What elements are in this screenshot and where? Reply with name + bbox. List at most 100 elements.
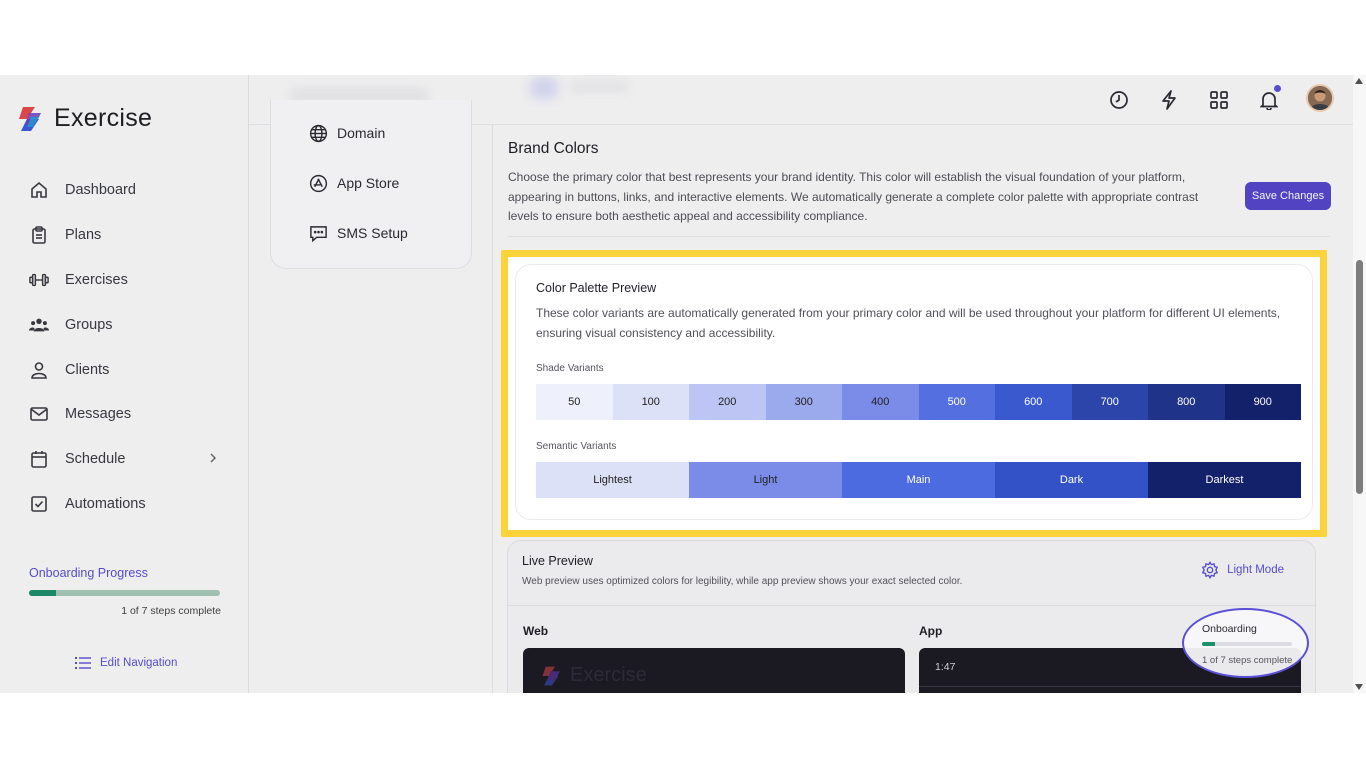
gear-icon — [1201, 561, 1219, 579]
sidebar-item-automations[interactable]: Automations — [0, 482, 249, 527]
clipboard-icon — [29, 225, 49, 245]
floating-onboarding-bar — [1202, 642, 1292, 646]
brand-colors-title: Brand Colors — [508, 140, 599, 157]
sidebar-item-messages[interactable]: Messages — [0, 392, 249, 437]
light-mode-toggle[interactable]: Light Mode — [1201, 561, 1284, 579]
palette-highlight: Color Palette Preview These color varian… — [501, 250, 1327, 537]
shade-swatch-200: 200 — [689, 384, 766, 420]
mail-icon — [29, 404, 49, 424]
floating-onboarding-title: Onboarding — [1202, 623, 1257, 635]
notification-dot — [1274, 85, 1281, 92]
semantic-variants: Lightest Light Main Dark Darkest — [536, 462, 1301, 498]
shade-swatch-600: 600 — [995, 384, 1072, 420]
brand-colors-description: Choose the primary color that best repre… — [508, 170, 1199, 223]
web-preview-logo: Exercise — [541, 664, 647, 687]
shade-swatch-50: 50 — [536, 384, 613, 420]
sidebar-item-label: Exercises — [65, 271, 128, 288]
live-preview-card: Live Preview Web preview uses optimized … — [507, 540, 1316, 693]
app-window: Exercise Dashboard Plans Exercises Group… — [0, 75, 1366, 693]
semantic-swatch-lightest: Lightest — [536, 462, 689, 498]
app-name: Exercise — [54, 104, 153, 132]
sidebar-item-clients[interactable]: Clients — [0, 347, 249, 392]
scroll-up-arrow-icon[interactable] — [1355, 78, 1363, 84]
sidebar-nav: Dashboard Plans Exercises Groups Clients… — [0, 168, 249, 526]
settings-item-label: App Store — [337, 175, 400, 191]
live-preview-description: Web preview uses optimized colors for le… — [522, 576, 963, 587]
web-preview-label: Web — [523, 624, 549, 638]
edit-navigation-link[interactable]: Edit Navigation — [75, 656, 177, 670]
sidebar-item-exercises[interactable]: Exercises — [0, 258, 249, 303]
floating-onboarding-status: 1 of 7 steps complete — [1202, 655, 1293, 666]
bell-icon[interactable] — [1258, 85, 1281, 111]
semantic-swatch-main: Main — [842, 462, 995, 498]
logo-icon — [542, 666, 560, 685]
shade-swatch-700: 700 — [1071, 384, 1148, 420]
chevron-right-icon[interactable] — [209, 451, 217, 469]
app-store-icon — [308, 173, 328, 193]
app-logo[interactable]: Exercise — [17, 104, 152, 133]
message-icon — [308, 223, 328, 243]
color-palette-card: Color Palette Preview These color varian… — [515, 264, 1313, 520]
avatar[interactable] — [1306, 84, 1334, 112]
app-preview-time: 1:47 — [935, 661, 956, 673]
sidebar: Exercise Dashboard Plans Exercises Group… — [0, 75, 249, 693]
light-mode-label: Light Mode — [1227, 564, 1284, 576]
sidebar-item-label: Dashboard — [65, 182, 136, 199]
scrollbar[interactable] — [1353, 75, 1366, 693]
palette-title: Color Palette Preview — [536, 281, 657, 295]
settings-subnav: Domain App Store SMS Setup — [270, 100, 472, 269]
user-icon — [29, 360, 49, 380]
grid-icon[interactable] — [1208, 89, 1230, 111]
sidebar-item-plans[interactable]: Plans — [0, 213, 249, 258]
sidebar-item-label: Clients — [65, 361, 110, 378]
app-preview-label: App — [919, 624, 943, 638]
semantic-swatch-light: Light — [689, 462, 842, 498]
divider — [508, 236, 1330, 237]
settings-item-domain[interactable]: Domain — [308, 123, 385, 143]
sidebar-item-label: Schedule — [65, 451, 126, 468]
shade-swatch-300: 300 — [765, 384, 842, 420]
clock-icon[interactable] — [1108, 89, 1130, 111]
shade-swatch-900: 900 — [1224, 384, 1301, 420]
scrollbar-thumb[interactable] — [1356, 260, 1363, 494]
web-preview: Exercise — [523, 648, 905, 693]
shade-swatch-800: 800 — [1148, 384, 1225, 420]
onboarding-progress[interactable]: Onboarding Progress 1 of 7 steps complet… — [29, 566, 221, 617]
divider — [919, 686, 1301, 687]
web-preview-app-name: Exercise — [570, 664, 647, 686]
top-bar-actions — [1080, 85, 1281, 111]
dumbbell-icon — [29, 270, 49, 290]
blurred-text — [569, 81, 629, 93]
shade-swatch-500: 500 — [918, 384, 995, 420]
sidebar-item-dashboard[interactable]: Dashboard — [0, 168, 249, 213]
divider — [508, 605, 1315, 606]
semantic-variants-label: Semantic Variants — [536, 441, 617, 452]
shade-variants: 50 100 200 300 400 500 600 700 800 900 — [536, 384, 1301, 420]
settings-item-label: Domain — [337, 125, 386, 141]
sidebar-item-label: Plans — [65, 227, 102, 244]
semantic-swatch-darkest: Darkest — [1148, 462, 1301, 498]
edit-navigation-label: Edit Navigation — [100, 657, 178, 669]
shade-variants-label: Shade Variants — [536, 363, 604, 374]
lightning-icon[interactable] — [1158, 89, 1180, 111]
sidebar-item-groups[interactable]: Groups — [0, 302, 249, 347]
globe-icon — [308, 123, 328, 143]
list-icon — [75, 657, 91, 669]
settings-item-sms-setup[interactable]: SMS Setup — [308, 223, 408, 243]
sidebar-item-label: Groups — [65, 316, 113, 333]
calendar-icon — [29, 449, 49, 469]
save-changes-button[interactable]: Save Changes — [1245, 182, 1331, 210]
onboarding-status: 1 of 7 steps complete — [121, 605, 221, 617]
scroll-down-arrow-icon[interactable] — [1355, 684, 1363, 690]
settings-item-label: SMS Setup — [337, 225, 408, 241]
live-preview-title: Live Preview — [522, 554, 593, 568]
floating-onboarding-fill — [1202, 642, 1215, 646]
semantic-swatch-dark: Dark — [995, 462, 1148, 498]
checkbox-icon — [29, 494, 49, 514]
floating-onboarding-widget[interactable]: Onboarding 1 of 7 steps complete — [1182, 608, 1309, 678]
users-icon — [29, 315, 49, 335]
settings-item-app-store[interactable]: App Store — [308, 173, 399, 193]
palette-description: These color variants are automatically g… — [536, 306, 1281, 340]
sidebar-item-schedule[interactable]: Schedule — [0, 437, 249, 482]
sidebar-item-label: Messages — [65, 406, 132, 423]
